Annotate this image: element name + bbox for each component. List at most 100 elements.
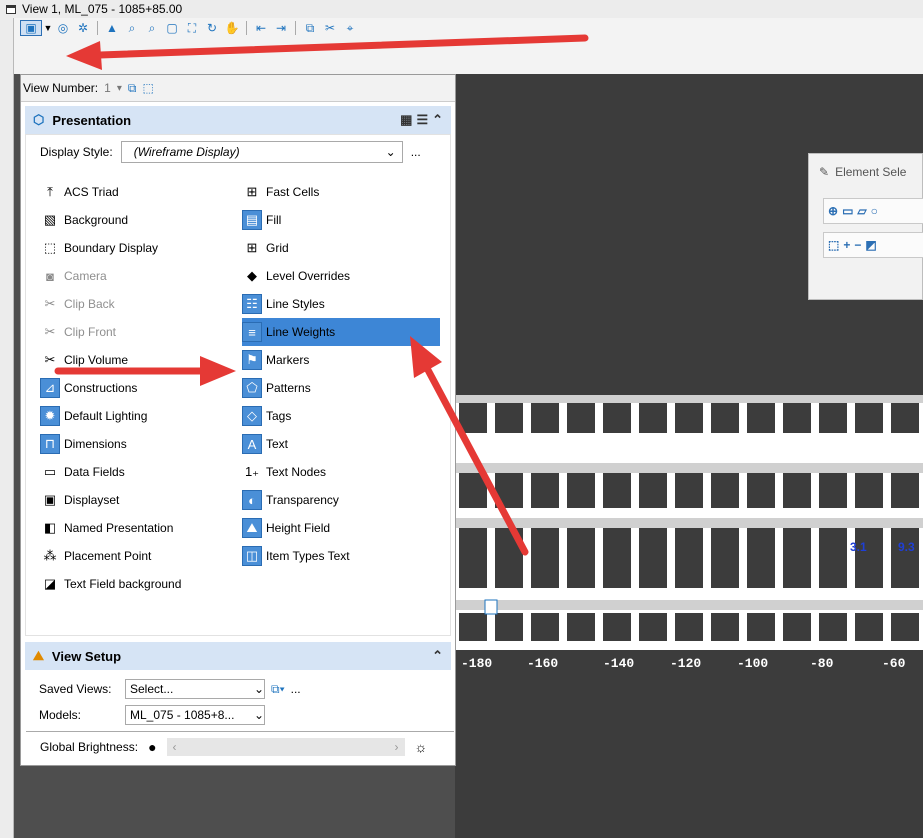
list-view-toggle-icon[interactable]: ☰ bbox=[416, 112, 428, 128]
data-fields-icon: ▭ bbox=[43, 464, 57, 479]
icon-view-toggle-icon[interactable]: ▦ bbox=[400, 112, 412, 128]
collapse-chevron-icon[interactable]: ⌃ bbox=[432, 112, 443, 128]
attribute-label: Clip Volume bbox=[64, 353, 129, 367]
attribute-item[interactable]: ⊞ Grid bbox=[242, 234, 452, 262]
attribute-item[interactable]: ☷ Line Styles bbox=[242, 290, 452, 318]
attribute-item[interactable]: ✹ Default Lighting bbox=[40, 402, 250, 430]
selection-mode-toolbar[interactable]: ⬚ + − ◩ bbox=[823, 232, 923, 258]
display-style-combo[interactable]: (Wireframe Display) ⌄ bbox=[120, 141, 403, 163]
attribute-item[interactable]: ⁂ Placement Point bbox=[40, 542, 250, 570]
display-style-icon[interactable]: ◎ bbox=[54, 20, 72, 36]
placement-point-icon: ⁂ bbox=[43, 548, 57, 563]
view-setup-section: ⛰ View Setup ⌃ Saved Views: Select... ⌄ ⧉… bbox=[25, 642, 451, 728]
attribute-item[interactable]: ✂ Clip Back bbox=[40, 290, 250, 318]
selection-method-toolbar[interactable]: ⊕ ▭ ▱ ○ bbox=[823, 198, 923, 224]
view-setup-icon: ⛰ bbox=[33, 648, 44, 663]
window-icon bbox=[6, 4, 16, 14]
presentation-body: Display Style: (Wireframe Display) ⌄ ...… bbox=[25, 134, 454, 756]
attribute-item[interactable]: 1₊ Text Nodes bbox=[242, 458, 452, 486]
attribute-item[interactable]: ◫ Item Types Text bbox=[242, 542, 452, 570]
attribute-item[interactable]: ⊿ Constructions bbox=[40, 374, 250, 402]
attribute-item[interactable]: ⚑ Markers bbox=[242, 346, 452, 374]
text-icon: A bbox=[242, 434, 262, 454]
attribute-item[interactable]: ◇ Tags bbox=[242, 402, 452, 430]
brightness-slider[interactable]: ‹ › bbox=[166, 737, 405, 756]
attribute-item[interactable]: ⛰ Height Field bbox=[242, 514, 452, 542]
dimensions-icon: ⊓ bbox=[40, 434, 60, 454]
attribute-item[interactable]: ⤒ ACS Triad bbox=[40, 178, 250, 206]
attribute-item[interactable]: A Text bbox=[242, 430, 452, 458]
saved-views-value: Select... bbox=[130, 682, 174, 696]
saved-views-dropdown-icon[interactable]: ⧉▾ bbox=[271, 682, 285, 697]
block-select-icon[interactable]: ▭ bbox=[842, 204, 853, 218]
fit-view-icon[interactable]: ⛶ bbox=[183, 20, 201, 36]
copy-attributes-icon[interactable]: ⧉ bbox=[128, 81, 137, 96]
attribute-item[interactable]: ⬚ Boundary Display bbox=[40, 234, 250, 262]
presentation-section-header[interactable]: ⬡ Presentation ▦ ☰ ⌃ bbox=[25, 106, 451, 134]
attribute-item[interactable]: ✂ Clip Front bbox=[40, 318, 250, 346]
invert-mode-icon[interactable]: ◩ bbox=[865, 238, 876, 252]
clip-mask-icon[interactable]: ⌖ bbox=[341, 20, 359, 36]
attribute-label: Named Presentation bbox=[64, 521, 174, 535]
saved-views-more-button[interactable]: ... bbox=[291, 682, 301, 696]
attribute-item[interactable]: ⊓ Dimensions bbox=[40, 430, 250, 458]
collapse-chevron-icon[interactable]: ⌃ bbox=[432, 648, 443, 664]
zoom-in-icon[interactable]: ⌕ bbox=[123, 20, 141, 36]
attribute-item[interactable]: ▤ Fill bbox=[242, 206, 452, 234]
apply-attributes-icon[interactable]: ⬚ bbox=[142, 81, 153, 95]
attribute-item[interactable]: ◆ Level Overrides bbox=[242, 262, 452, 290]
view-attributes-button[interactable]: ▣ bbox=[20, 20, 42, 36]
lighting-icon[interactable]: ✲ bbox=[74, 20, 92, 36]
line-styles-icon: ☷ bbox=[242, 294, 262, 314]
view-number-dropdown-icon[interactable]: ▾ bbox=[117, 83, 122, 94]
attribute-item[interactable]: ⊞ Fast Cells bbox=[242, 178, 452, 206]
attribute-label: ACS Triad bbox=[64, 185, 119, 199]
attribute-item[interactable]: ≡ Line Weights bbox=[242, 318, 440, 346]
presentation-title: Presentation bbox=[52, 112, 132, 128]
chevron-down-icon: ⌄ bbox=[253, 708, 264, 722]
slider-right-icon[interactable]: › bbox=[395, 740, 399, 754]
view-number-value[interactable]: 1 bbox=[104, 81, 111, 95]
attribute-item[interactable]: ◪ Text Field background bbox=[40, 570, 250, 598]
add-mode-icon[interactable]: + bbox=[843, 238, 850, 252]
attribute-item[interactable]: ▣ Displayset bbox=[40, 486, 250, 514]
line-weights-icon: ≡ bbox=[242, 322, 262, 342]
circle-select-icon[interactable]: ○ bbox=[871, 204, 878, 218]
pan-view-icon[interactable]: ✋ bbox=[223, 20, 241, 36]
view-next-icon[interactable]: ⇥ bbox=[272, 20, 290, 36]
window-area-icon[interactable]: ▢ bbox=[163, 20, 181, 36]
clip-volume-toolbar-icon[interactable]: ✂ bbox=[321, 20, 339, 36]
subtract-mode-icon[interactable]: − bbox=[854, 238, 861, 252]
toolbar-separator bbox=[246, 21, 247, 35]
attribute-item[interactable]: ◧ Named Presentation bbox=[40, 514, 250, 542]
display-style-value: (Wireframe Display) bbox=[133, 145, 240, 159]
attribute-item[interactable]: ▭ Data Fields bbox=[40, 458, 250, 486]
attribute-label: Placement Point bbox=[64, 549, 152, 563]
shape-select-icon[interactable]: ▱ bbox=[857, 204, 866, 218]
attribute-label: Camera bbox=[64, 269, 107, 283]
copy-view-icon[interactable]: ⧉ bbox=[301, 20, 319, 36]
attribute-item[interactable]: ▧ Background bbox=[40, 206, 250, 234]
saved-views-select[interactable]: Select... ⌄ bbox=[125, 679, 265, 699]
display-style-more-button[interactable]: ... bbox=[411, 145, 421, 159]
attribute-label: Text Field background bbox=[64, 577, 182, 591]
update-view-icon[interactable]: ▲ bbox=[103, 20, 121, 36]
individual-select-icon[interactable]: ⊕ bbox=[828, 204, 838, 218]
attribute-item[interactable]: ⬠ Patterns bbox=[242, 374, 452, 402]
models-label: Models: bbox=[39, 708, 82, 722]
new-mode-icon[interactable]: ⬚ bbox=[828, 238, 839, 252]
text-field-background-icon: ◪ bbox=[43, 576, 57, 591]
attribute-item[interactable]: ◐ Transparency bbox=[242, 486, 452, 514]
view-setup-section-header[interactable]: ⛰ View Setup ⌃ bbox=[25, 642, 451, 670]
zoom-out-icon[interactable]: ⌕ bbox=[143, 20, 161, 36]
slider-left-icon[interactable]: ‹ bbox=[173, 740, 177, 754]
attribute-item[interactable]: ◙ Camera bbox=[40, 262, 250, 290]
rotate-view-icon[interactable]: ↻ bbox=[203, 20, 221, 36]
axis-tick: -80 bbox=[810, 656, 834, 671]
view-previous-icon[interactable]: ⇤ bbox=[252, 20, 270, 36]
fast-cells-icon: ⊞ bbox=[246, 184, 258, 199]
attribute-item[interactable]: ✂ Clip Volume bbox=[40, 346, 250, 374]
view-attributes-dropdown-icon[interactable]: ▼ bbox=[44, 20, 53, 36]
clip-front-icon: ✂ bbox=[44, 324, 56, 339]
models-select[interactable]: ML_075 - 1085+8... ⌄ bbox=[125, 705, 265, 725]
